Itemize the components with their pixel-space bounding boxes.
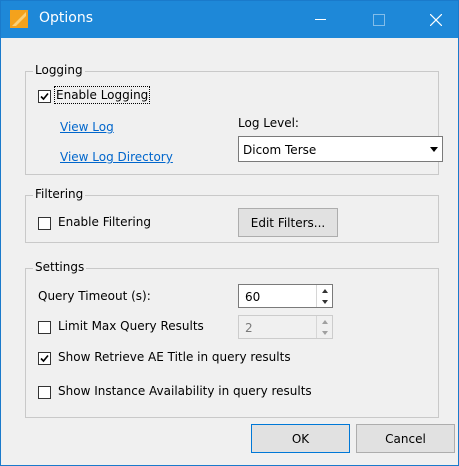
cancel-button[interactable]: Cancel: [356, 424, 455, 453]
limit-max-query-checkbox[interactable]: [38, 321, 51, 334]
spin-up-button: [317, 316, 332, 327]
close-button[interactable]: [413, 1, 459, 38]
enable-logging-checkbox[interactable]: [38, 90, 51, 103]
filtering-group-label: Filtering: [33, 187, 86, 201]
view-log-link[interactable]: View Log: [60, 120, 114, 134]
check-mark-icon: [40, 92, 49, 101]
check-mark-icon: [40, 354, 49, 363]
ok-button[interactable]: OK: [251, 424, 350, 453]
view-log-directory-link[interactable]: View Log Directory: [60, 150, 173, 164]
log-level-select[interactable]: Dicom Terse: [238, 136, 443, 162]
edit-filters-button[interactable]: Edit Filters...: [238, 208, 338, 237]
spin-down-button: [317, 327, 332, 338]
maximize-icon: [373, 13, 385, 26]
log-level-value: Dicom Terse: [243, 143, 317, 157]
query-timeout-value: 60: [245, 290, 261, 304]
options-dialog: Options Logging Enable Logging View Log …: [0, 0, 459, 466]
spin-down-button[interactable]: [317, 296, 332, 307]
log-level-label: Log Level:: [238, 116, 299, 130]
close-icon: [430, 13, 442, 26]
query-timeout-spin-buttons: [316, 285, 332, 307]
query-timeout-label: Query Timeout (s):: [38, 289, 151, 303]
limit-max-spin-buttons: [316, 316, 332, 338]
minimize-button[interactable]: [297, 1, 343, 38]
settings-group-label: Settings: [33, 260, 87, 274]
edit-filters-button-label: Edit Filters...: [250, 215, 326, 230]
logging-group-label: Logging: [33, 63, 85, 77]
title-bar[interactable]: Options: [1, 1, 458, 38]
query-timeout-stepper[interactable]: 60: [238, 284, 333, 308]
window-title: Options: [39, 10, 94, 26]
maximize-button[interactable]: [356, 1, 402, 38]
cancel-button-label: Cancel: [385, 431, 426, 446]
show-retrieve-ae-checkbox[interactable]: [38, 352, 51, 365]
ok-button-label: OK: [291, 431, 310, 446]
minimize-icon: [314, 19, 326, 20]
chevron-down-icon: [430, 147, 438, 152]
show-instance-availability-checkbox[interactable]: [38, 386, 51, 399]
show-retrieve-ae-label[interactable]: Show Retrieve AE Title in query results: [58, 350, 291, 364]
enable-logging-label[interactable]: Enable Logging: [53, 86, 151, 104]
limit-max-query-label[interactable]: Limit Max Query Results: [58, 319, 204, 333]
chevron-up-icon: [321, 319, 328, 324]
enable-filtering-label[interactable]: Enable Filtering: [58, 215, 151, 229]
spin-up-button[interactable]: [317, 285, 332, 296]
chevron-down-icon: [321, 330, 328, 335]
options-app-icon: [10, 10, 28, 28]
limit-max-query-stepper: 2: [238, 315, 333, 339]
chevron-up-icon: [321, 288, 328, 293]
chevron-down-icon: [321, 299, 328, 304]
enable-filtering-checkbox[interactable]: [38, 217, 51, 230]
show-instance-availability-label[interactable]: Show Instance Availability in query resu…: [58, 384, 312, 398]
limit-max-query-value: 2: [245, 321, 253, 335]
